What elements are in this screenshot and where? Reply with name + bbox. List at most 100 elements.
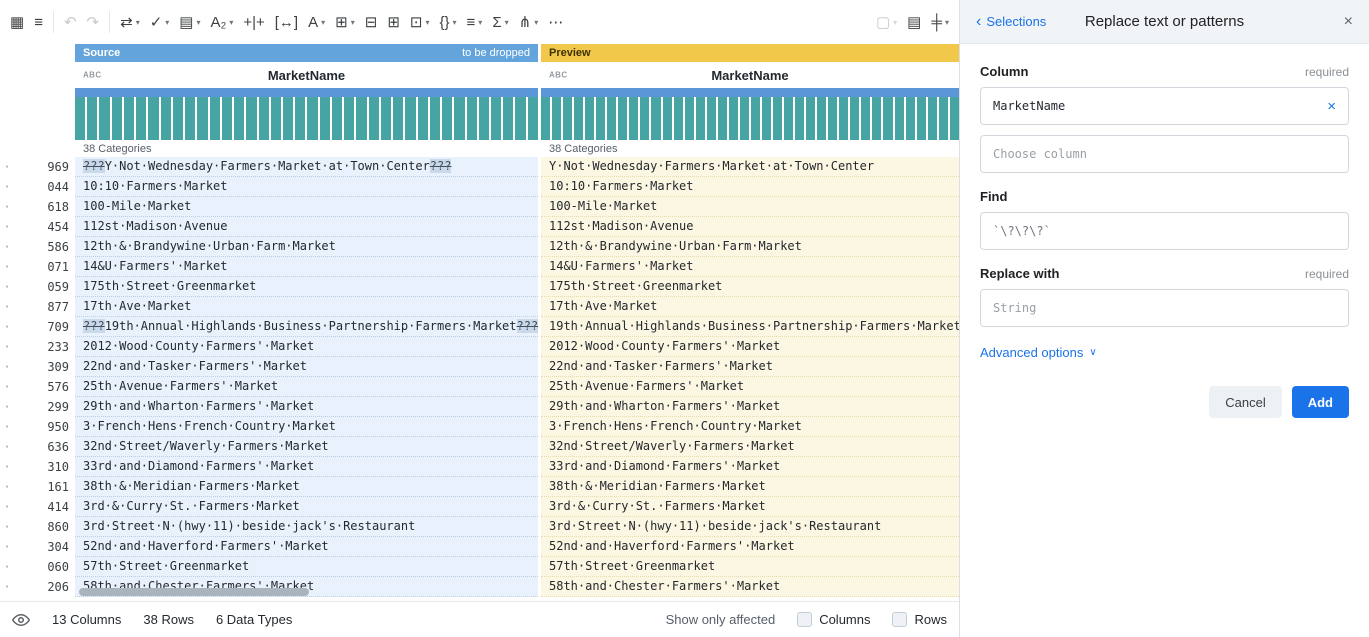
source-cell[interactable]: 3rd·&·Curry·St.·Farmers·Market [75, 497, 538, 517]
list-view-icon[interactable]: ≡ [34, 15, 43, 30]
preview-cell[interactable]: 112st·Madison·Avenue [541, 217, 959, 237]
histogram-bar[interactable] [442, 97, 452, 140]
clear-column-icon[interactable]: × [1327, 98, 1336, 115]
histogram-bar[interactable] [718, 97, 727, 140]
preview-cell[interactable]: 3·French·Hens·French·Country·Market [541, 417, 959, 437]
histogram-bar[interactable] [817, 97, 826, 140]
histogram-bar[interactable] [467, 97, 477, 140]
join-icon[interactable]: ⊟ [365, 15, 378, 30]
source-cell[interactable]: 3rd·Street·N·(hwy·11)·beside·jack's·Rest… [75, 517, 538, 537]
histogram-bar[interactable] [585, 97, 594, 140]
source-cell[interactable]: 17th·Ave·Market [75, 297, 538, 317]
insert-column-icon[interactable]: +|+ [243, 15, 264, 30]
histogram-bar[interactable] [939, 97, 948, 140]
histogram-bar[interactable] [928, 97, 937, 140]
histogram-bar[interactable] [75, 97, 85, 140]
histogram-bar[interactable] [246, 97, 256, 140]
rows-checkbox[interactable] [892, 612, 907, 627]
source-cell[interactable]: ???19th·Annual·Highlands·Business·Partne… [75, 317, 538, 337]
preview-cell[interactable]: 57th·Street·Greenmarket [541, 557, 959, 577]
histogram-bar[interactable] [685, 97, 694, 140]
more-icon[interactable]: ⋯ [548, 15, 563, 30]
pivot-icon[interactable]: ⊡▾ [410, 15, 430, 30]
preview-cell[interactable]: 100-Mile·Market [541, 197, 959, 217]
swap-columns-icon[interactable]: ⇄▾ [120, 15, 140, 30]
preview-cell[interactable]: 29th·and·Wharton·Farmers'·Market [541, 397, 959, 417]
histogram-bar[interactable] [503, 97, 513, 140]
rename-icon[interactable]: A₂▾ [211, 15, 234, 30]
histogram-bar[interactable] [234, 97, 244, 140]
histogram-bar[interactable] [663, 97, 672, 140]
histogram-bar[interactable] [222, 97, 232, 140]
settings-sliders-icon[interactable]: ╪▾ [931, 15, 949, 30]
histogram-bar[interactable] [696, 97, 705, 140]
source-cell[interactable]: ???Y·Not·Wednesday·Farmers·Market·at·Tow… [75, 157, 538, 177]
sigma-icon[interactable]: Σ▾ [492, 15, 508, 30]
histogram-bar[interactable] [861, 97, 870, 140]
align-icon[interactable]: ≡▾ [467, 15, 483, 30]
preview-cell[interactable]: 2012·Wood·County·Farmers'·Market [541, 337, 959, 357]
histogram-bar[interactable] [596, 97, 605, 140]
preview-cell[interactable]: 14&U·Farmers'·Market [541, 257, 959, 277]
histogram-bar[interactable] [185, 97, 195, 140]
text-format-icon[interactable]: A▾ [308, 15, 325, 30]
preview-cell[interactable]: 25th·Avenue·Farmers'·Market [541, 377, 959, 397]
resize-column-icon[interactable]: [↔] [275, 15, 298, 30]
histogram-bar[interactable] [740, 97, 749, 140]
source-cell[interactable]: 10:10·Farmers·Market [75, 177, 538, 197]
histogram-bar[interactable] [773, 97, 782, 140]
source-cell[interactable]: 3·French·Hens·French·Country·Market [75, 417, 538, 437]
preview-cell[interactable]: 38th·&·Meridian·Farmers·Market [541, 477, 959, 497]
histogram-bar[interactable] [307, 97, 317, 140]
histogram-bar[interactable] [124, 97, 134, 140]
histogram-bar[interactable] [418, 97, 428, 140]
histogram-bar[interactable] [112, 97, 122, 140]
histogram-bar[interactable] [344, 97, 354, 140]
preview-cell[interactable]: 32nd·Street/Waverly·Farmers·Market [541, 437, 959, 457]
table-structure-icon[interactable]: ⊞▾ [335, 15, 355, 30]
histogram-bar[interactable] [99, 97, 109, 140]
histogram-bar[interactable] [381, 97, 391, 140]
preview-cell[interactable]: 10:10·Farmers·Market [541, 177, 959, 197]
histogram-bar[interactable] [651, 97, 660, 140]
histogram-bar[interactable] [405, 97, 415, 140]
horizontal-scrollbar[interactable] [79, 588, 309, 596]
preview-column-header[interactable]: ABC MarketName [541, 62, 959, 88]
histogram-bar[interactable] [640, 97, 649, 140]
histogram-bar[interactable] [148, 97, 158, 140]
histogram-bar[interactable] [563, 97, 572, 140]
histogram-bar[interactable] [850, 97, 859, 140]
preview-cell[interactable]: 175th·Street·Greenmarket [541, 277, 959, 297]
source-cell[interactable]: 2012·Wood·County·Farmers'·Market [75, 337, 538, 357]
histogram-bar[interactable] [707, 97, 716, 140]
histogram-bar[interactable] [674, 97, 683, 140]
histogram-bar[interactable] [806, 97, 815, 140]
filter-rows-icon[interactable]: ▤▾ [179, 15, 200, 30]
preview-cell[interactable]: 52nd·and·Haverford·Farmers'·Market [541, 537, 959, 557]
source-cell[interactable]: 29th·and·Wharton·Farmers'·Market [75, 397, 538, 417]
source-cell[interactable]: 32nd·Street/Waverly·Farmers·Market [75, 437, 538, 457]
back-to-selections-link[interactable]: ‹ Selections [976, 14, 1046, 30]
cancel-button[interactable]: Cancel [1209, 386, 1281, 418]
histogram-bar[interactable] [320, 97, 330, 140]
histogram-bar[interactable] [515, 97, 525, 140]
histogram-bar[interactable] [479, 97, 489, 140]
histogram-bar[interactable] [729, 97, 738, 140]
find-input[interactable] [993, 224, 1336, 238]
histogram-bar[interactable] [491, 97, 501, 140]
union-icon[interactable]: ⊞ [387, 15, 400, 30]
histogram-bar[interactable] [872, 97, 881, 140]
histogram-bar[interactable] [574, 97, 583, 140]
histogram-bar[interactable] [295, 97, 305, 140]
preview-cell[interactable]: 12th·&·Brandywine·Urban·Farm·Market [541, 237, 959, 257]
histogram-bar[interactable] [762, 97, 771, 140]
source-cell[interactable]: 112st·Madison·Avenue [75, 217, 538, 237]
source-cell[interactable]: 52nd·and·Haverford·Farmers'·Market [75, 537, 538, 557]
choose-column-input[interactable] [993, 147, 1336, 161]
histogram-bar[interactable] [906, 97, 915, 140]
histogram-bar[interactable] [618, 97, 627, 140]
histogram-bar[interactable] [795, 97, 804, 140]
columns-checkbox[interactable] [797, 612, 812, 627]
histogram-bar[interactable] [430, 97, 440, 140]
close-icon[interactable]: × [1344, 13, 1353, 31]
